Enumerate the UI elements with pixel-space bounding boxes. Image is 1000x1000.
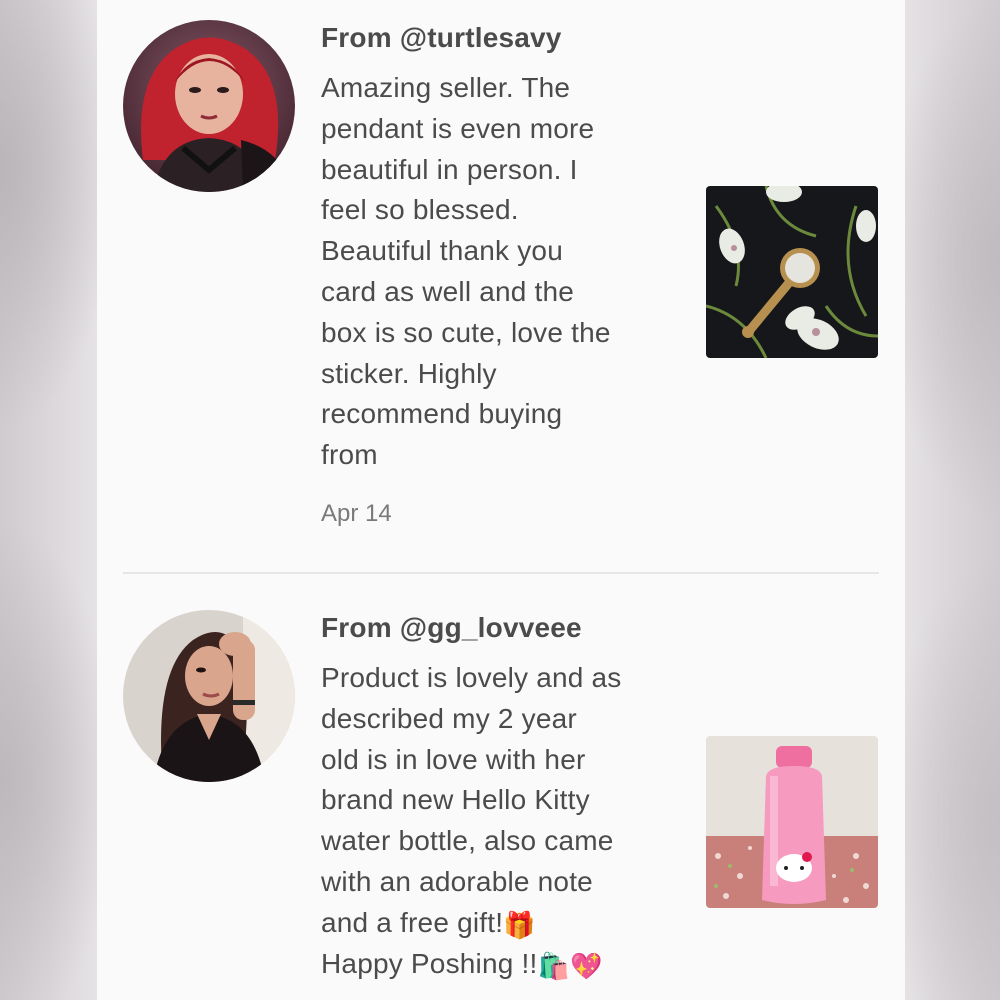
review-date: Apr 14	[321, 499, 392, 527]
review-divider	[123, 572, 879, 574]
avatar-photo-icon	[123, 20, 295, 192]
mirror-pendant-photo-icon	[706, 186, 878, 358]
avatar-photo-icon	[123, 610, 295, 782]
gift-emoji-icon: 🎁	[503, 909, 536, 940]
comment-tail: Happy Poshing !!	[321, 947, 538, 979]
reviewer-username[interactable]: From @turtlesavy	[321, 18, 673, 58]
review-comment: Product is lovely and as described my 2 …	[321, 658, 673, 984]
reviews-panel: From @turtlesavy Amazing seller. The pen…	[97, 0, 905, 1000]
comment-body: Product is lovely and as described my 2 …	[321, 662, 622, 938]
reviewer-username[interactable]: From @gg_lovveee	[321, 608, 673, 648]
shopping-bags-emoji-icon: 🛍️	[537, 950, 571, 981]
listing-thumbnail[interactable]	[706, 736, 878, 908]
reviewer-avatar[interactable]	[123, 20, 295, 192]
listing-thumbnail[interactable]	[706, 186, 878, 358]
review-text: From @turtlesavy Amazing seller. The pen…	[321, 18, 673, 528]
reviewer-avatar[interactable]	[123, 610, 295, 782]
review-comment: Amazing seller. The pendant is even more…	[321, 72, 611, 471]
review-text: From @gg_lovveee Product is lovely and a…	[321, 608, 673, 984]
hello-kitty-bottle-photo-icon	[706, 736, 878, 908]
sparkling-heart-emoji-icon: 💖	[570, 950, 603, 981]
